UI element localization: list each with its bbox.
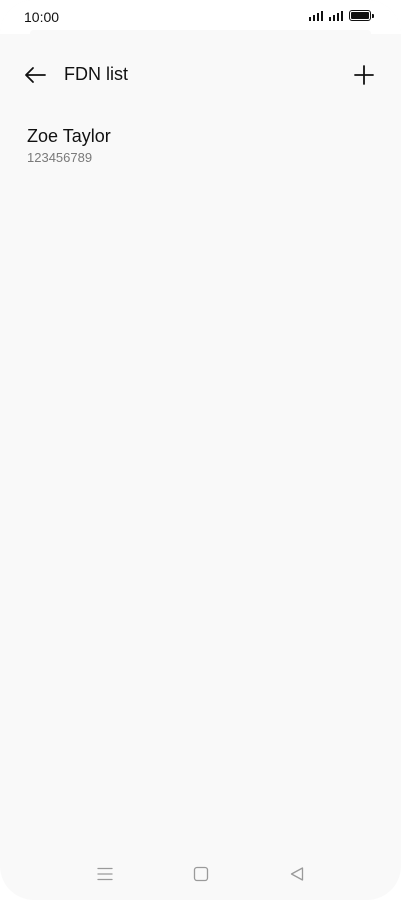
status-time: 10:00	[24, 9, 60, 25]
status-icons	[309, 10, 374, 21]
back-button[interactable]	[18, 58, 52, 92]
plus-icon	[354, 65, 374, 85]
contact-number: 123456789	[27, 150, 93, 165]
status-bar: 10:00	[0, 0, 401, 34]
nav-home-button[interactable]	[187, 860, 215, 888]
navigation-bar	[0, 848, 401, 900]
signal-icon	[309, 10, 323, 21]
phone-screen: 10:00 FDN list Zoe Taylor 123456789	[0, 0, 401, 900]
app-bar: FDN list	[0, 52, 401, 98]
signal-icon	[329, 10, 343, 21]
menu-icon	[97, 867, 113, 881]
add-button[interactable]	[347, 58, 381, 92]
nav-menu-button[interactable]	[91, 860, 119, 888]
back-arrow-icon	[25, 67, 46, 83]
nav-back-button[interactable]	[283, 860, 311, 888]
back-triangle-icon	[290, 867, 304, 881]
page-title: FDN list	[64, 64, 128, 84]
battery-icon	[349, 10, 374, 21]
contact-name: Zoe Taylor	[27, 126, 111, 146]
list-item[interactable]: Zoe Taylor 123456789	[0, 124, 401, 180]
home-icon	[193, 866, 209, 882]
